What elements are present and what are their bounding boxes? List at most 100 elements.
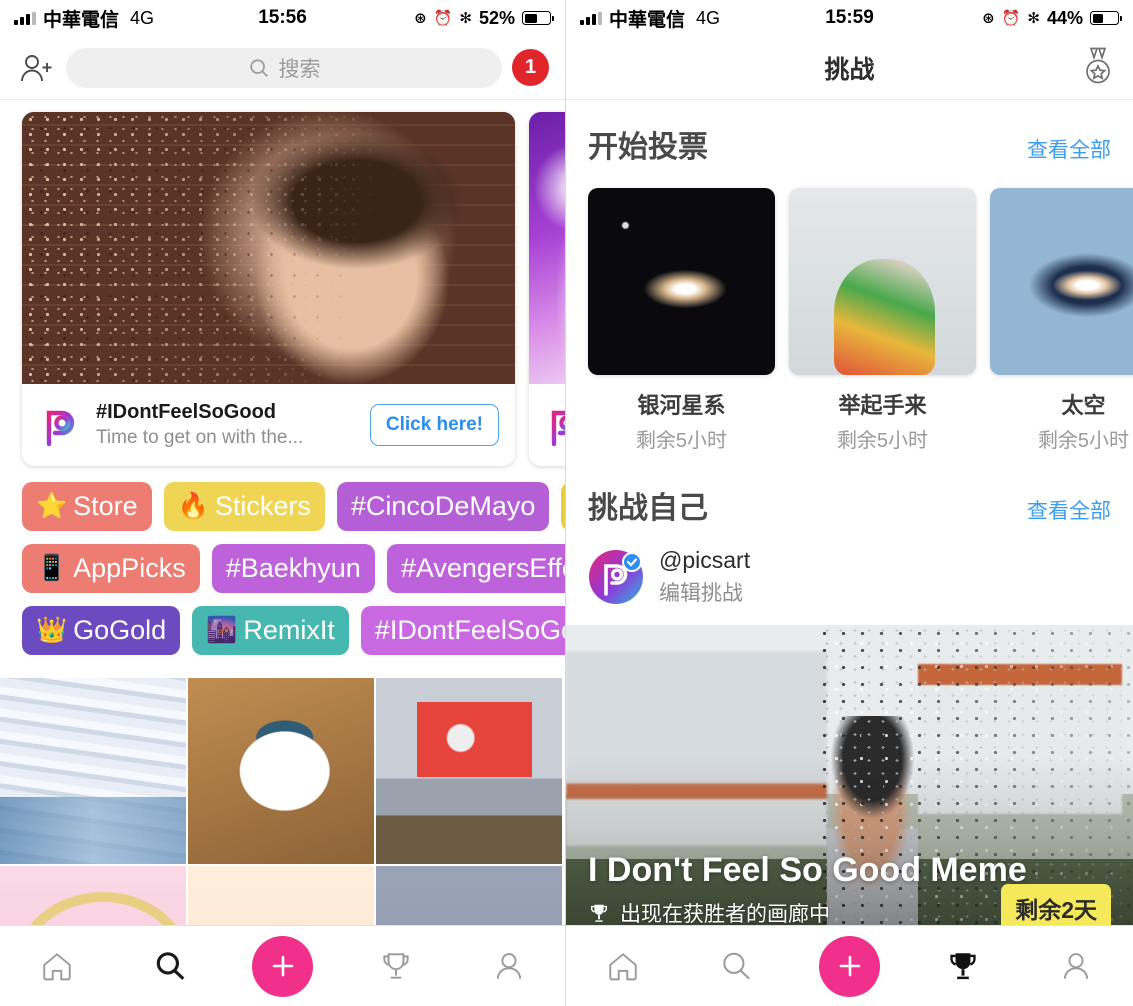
battery-icon xyxy=(522,11,555,25)
hero-card-next[interactable] xyxy=(529,112,565,466)
carrier-label: 中華電信 xyxy=(43,9,120,31)
hero-card[interactable]: #IDontFeelSoGood Time to get on with the… xyxy=(22,112,515,466)
battery-icon xyxy=(1090,11,1123,25)
voting-item[interactable]: 太空 剩余5小时 xyxy=(990,188,1133,453)
chip-label: #IDontFeelSoGood xyxy=(374,615,565,645)
tab-profile[interactable] xyxy=(452,949,565,983)
account-handle: @picsart xyxy=(659,547,751,573)
laptop-david-statue-photo[interactable] xyxy=(376,678,562,864)
tab-create[interactable] xyxy=(793,935,906,997)
search-icon xyxy=(156,952,184,980)
notification-badge[interactable]: 1 xyxy=(512,49,549,86)
signal-strength-icon xyxy=(580,11,602,25)
home-icon xyxy=(42,953,71,981)
voting-item-time-left: 剩余5小时 xyxy=(1037,430,1130,452)
search-icon xyxy=(249,58,268,77)
rotation-lock-icon: ⊛ xyxy=(982,9,995,27)
person-plus-icon[interactable] xyxy=(16,52,56,84)
cityscape-icon: 🌆 xyxy=(206,616,238,644)
voting-section: 开始投票 查看全部 银河星系 剩余5小时 举起手来 剩余5小时 太空 剩余5小时 xyxy=(566,100,1133,453)
tab-challenges[interactable] xyxy=(906,949,1019,983)
right-tab-bar xyxy=(566,925,1133,1006)
battery-percent-label: 44% xyxy=(1046,7,1083,28)
phone-icon: 📱 xyxy=(36,554,68,582)
tab-search[interactable] xyxy=(113,949,226,983)
chip-idontfeelsogood[interactable]: #IDontFeelSoGood xyxy=(360,606,565,655)
search-input[interactable]: 搜索 xyxy=(66,47,502,88)
left-status-bar: 中華電信 4G 15:56 ⊛ ⏰ ✻ 52% xyxy=(0,0,565,36)
medal-icon[interactable] xyxy=(1081,45,1115,90)
tab-home[interactable] xyxy=(566,949,679,983)
hero-card-subtitle: Time to get on with the... xyxy=(96,427,304,448)
banner-meta-text: 出现在获胜者的画廊中 xyxy=(620,903,830,926)
chip-label: #AvengersEffect xyxy=(400,553,565,583)
profile-icon xyxy=(1064,953,1089,979)
voting-item[interactable]: 举起手来 剩余5小时 xyxy=(789,188,976,453)
click-here-button[interactable]: Click here! xyxy=(369,404,499,446)
voting-item-name: 举起手来 xyxy=(838,393,927,418)
rotation-lock-icon: ⊛ xyxy=(414,9,427,27)
account-subtitle: 编辑挑战 xyxy=(659,582,743,605)
chip-label: AppPicks xyxy=(73,553,186,583)
voting-item-time-left: 剩余5小时 xyxy=(635,430,728,452)
search-icon xyxy=(723,952,751,980)
chip-remixit[interactable]: 🌆 RemixIt xyxy=(192,606,349,655)
voting-item[interactable]: 银河星系 剩余5小时 xyxy=(588,188,775,453)
banner-meta-row: 出现在获胜者的画廊中 xyxy=(588,898,830,928)
andromeda-galaxy-image xyxy=(588,188,775,375)
trophy-icon xyxy=(590,904,608,922)
alarm-icon: ⏰ xyxy=(1001,9,1021,27)
voting-title: 开始投票 xyxy=(588,131,708,164)
self-challenge-see-all-link[interactable]: 查看全部 xyxy=(1027,495,1111,525)
coffee-cup-dispersion-photo[interactable] xyxy=(188,678,374,864)
chip-store[interactable]: ⭐ Store xyxy=(22,482,152,531)
picsart-logo xyxy=(543,403,565,448)
tag-chip-row: ⭐ Store 🔥 Stickers #CincoDeMayo #Ci xyxy=(22,482,565,531)
chip-baekhyun[interactable]: #Baekhyun xyxy=(211,544,375,593)
plus-icon xyxy=(252,935,313,997)
right-phone-screen: 中華電信 4G 15:59 ⊛ ⏰ ✻ 44% 挑战 开始投票 查看全部 银河星… xyxy=(566,0,1133,1006)
crown-icon: 👑 xyxy=(36,616,68,644)
carrier-label: 中華電信 xyxy=(609,9,686,31)
fire-icon: 🔥 xyxy=(177,492,209,520)
galaxy-blue-image xyxy=(990,188,1133,375)
bluetooth-icon: ✻ xyxy=(1027,9,1040,27)
tab-profile[interactable] xyxy=(1020,949,1133,983)
voting-item-time-left: 剩余5小时 xyxy=(836,430,929,452)
network-type-label: 4G xyxy=(696,7,721,28)
picsart-logo xyxy=(38,403,83,448)
avatar[interactable] xyxy=(588,549,644,605)
banner-title: I Don't Feel So Good Meme xyxy=(588,851,1027,889)
chip-label: GoGold xyxy=(73,615,167,645)
left-phone-screen: 中華電信 4G 15:56 ⊛ ⏰ ✻ 52% 搜索 1 #IDontFeelS… xyxy=(0,0,566,1006)
trophy-icon xyxy=(382,953,409,979)
chip-gogold[interactable]: 👑 GoGold xyxy=(22,606,181,655)
account-row[interactable]: @picsart 编辑挑战 xyxy=(588,547,1111,607)
search-header: 搜索 1 xyxy=(0,36,565,100)
tab-create[interactable] xyxy=(226,935,339,997)
hero-card-title: #IDontFeelSoGood xyxy=(96,401,276,423)
tag-chip-list: ⭐ Store 🔥 Stickers #CincoDeMayo #Ci 📱 Ap… xyxy=(0,476,565,678)
tab-challenges[interactable] xyxy=(339,949,452,983)
chip-label: RemixIt xyxy=(243,615,335,645)
self-challenge-section: 挑战自己 查看全部 @picsart 编辑挑战 xyxy=(566,453,1133,607)
ice-floe-photo[interactable] xyxy=(0,678,186,864)
chip-avengerseffect[interactable]: #AvengersEffect xyxy=(386,544,565,593)
chip-label: #Baekhyun xyxy=(225,553,361,583)
chip-label: Store xyxy=(73,491,138,521)
chip-cincodemayo[interactable]: #CincoDeMayo xyxy=(336,482,550,531)
home-icon xyxy=(608,953,637,981)
hero-card-carousel[interactable]: #IDontFeelSoGood Time to get on with the… xyxy=(0,100,565,476)
tag-chip-row: 👑 GoGold 🌆 RemixIt #IDontFeelSoGood xyxy=(22,606,565,655)
voting-thumbnail-list: 银河星系 剩余5小时 举起手来 剩余5小时 太空 剩余5小时 xyxy=(588,188,1133,453)
hero-card-image xyxy=(22,112,515,384)
battery-percent-label: 52% xyxy=(478,7,515,28)
voting-see-all-link[interactable]: 查看全部 xyxy=(1027,134,1111,164)
bluetooth-icon: ✻ xyxy=(459,9,472,27)
tab-search[interactable] xyxy=(679,949,792,983)
chip-stickers[interactable]: 🔥 Stickers xyxy=(163,482,325,531)
self-challenge-title: 挑战自己 xyxy=(588,492,708,525)
tab-home[interactable] xyxy=(0,949,113,983)
chip-apppicks[interactable]: 📱 AppPicks xyxy=(22,544,200,593)
featured-challenge-banner[interactable]: I Don't Feel So Good Meme 出现在获胜者的画廊中 剩余2… xyxy=(566,625,1133,950)
